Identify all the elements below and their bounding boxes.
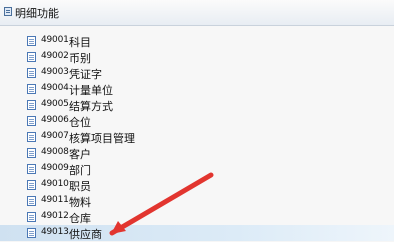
- item-label: 职员: [69, 180, 91, 193]
- item-label: 币别: [69, 52, 91, 65]
- item-code: 49001: [41, 35, 69, 45]
- item-label: 仓库: [69, 212, 91, 225]
- document-icon: [27, 196, 36, 206]
- item-code: 49007: [41, 131, 69, 141]
- item-code: 49002: [41, 51, 69, 61]
- list-item-49005[interactable]: 49005 结算方式: [0, 97, 394, 113]
- document-icon: [27, 180, 36, 190]
- document-icon: [27, 52, 36, 62]
- list-item-49008[interactable]: 49008 客户: [0, 145, 394, 161]
- item-label: 仓位: [69, 116, 91, 129]
- item-code: 49010: [41, 179, 69, 189]
- item-label: 物料: [69, 196, 91, 209]
- item-code: 49006: [41, 115, 69, 125]
- panel-icon: [4, 7, 12, 16]
- item-code: 49013: [41, 227, 69, 237]
- document-icon: [27, 212, 36, 222]
- item-label: 结算方式: [69, 100, 113, 113]
- item-label: 核算项目管理: [69, 132, 135, 145]
- list-item-49013[interactable]: 49013 供应商: [0, 225, 394, 241]
- item-label: 客户: [69, 148, 91, 161]
- item-code: 49005: [41, 99, 69, 109]
- list-item-49012[interactable]: 49012 仓库: [0, 209, 394, 225]
- list-item-49011[interactable]: 49011 物料: [0, 193, 394, 209]
- list-item-49006[interactable]: 49006 仓位: [0, 113, 394, 129]
- list-item-49009[interactable]: 49009 部门: [0, 161, 394, 177]
- item-label: 计量单位: [69, 84, 113, 97]
- list-item-49003[interactable]: 49003 凭证字: [0, 65, 394, 81]
- item-code: 49008: [41, 147, 69, 157]
- item-code: 49009: [41, 163, 69, 173]
- list-item-49002[interactable]: 49002 币别: [0, 49, 394, 65]
- list-item-49004[interactable]: 49004 计量单位: [0, 81, 394, 97]
- document-icon: [27, 228, 36, 238]
- list-item-49010[interactable]: 49010 职员: [0, 177, 394, 193]
- document-icon: [27, 132, 36, 142]
- item-label: 科目: [69, 36, 91, 49]
- document-icon: [27, 148, 36, 158]
- list-item-49001[interactable]: 49001 科目: [0, 33, 394, 49]
- window-title: 明细功能: [15, 7, 59, 20]
- list-item-49007[interactable]: 49007 核算项目管理: [0, 129, 394, 145]
- function-list: 49001 科目 49002 币别 49003 凭证字 49004 计量单位 4…: [0, 26, 394, 241]
- document-icon: [27, 84, 36, 94]
- document-icon: [27, 116, 36, 126]
- item-code: 49011: [41, 195, 69, 205]
- window-title-bar: 明细功能: [0, 0, 394, 26]
- item-code: 49003: [41, 67, 69, 77]
- item-label: 凭证字: [69, 68, 102, 81]
- document-icon: [27, 68, 36, 78]
- document-icon: [27, 100, 36, 110]
- document-icon: [27, 164, 36, 174]
- document-icon: [27, 36, 36, 46]
- item-code: 49012: [41, 211, 69, 221]
- item-label: 部门: [69, 164, 91, 177]
- item-code: 49004: [41, 83, 69, 93]
